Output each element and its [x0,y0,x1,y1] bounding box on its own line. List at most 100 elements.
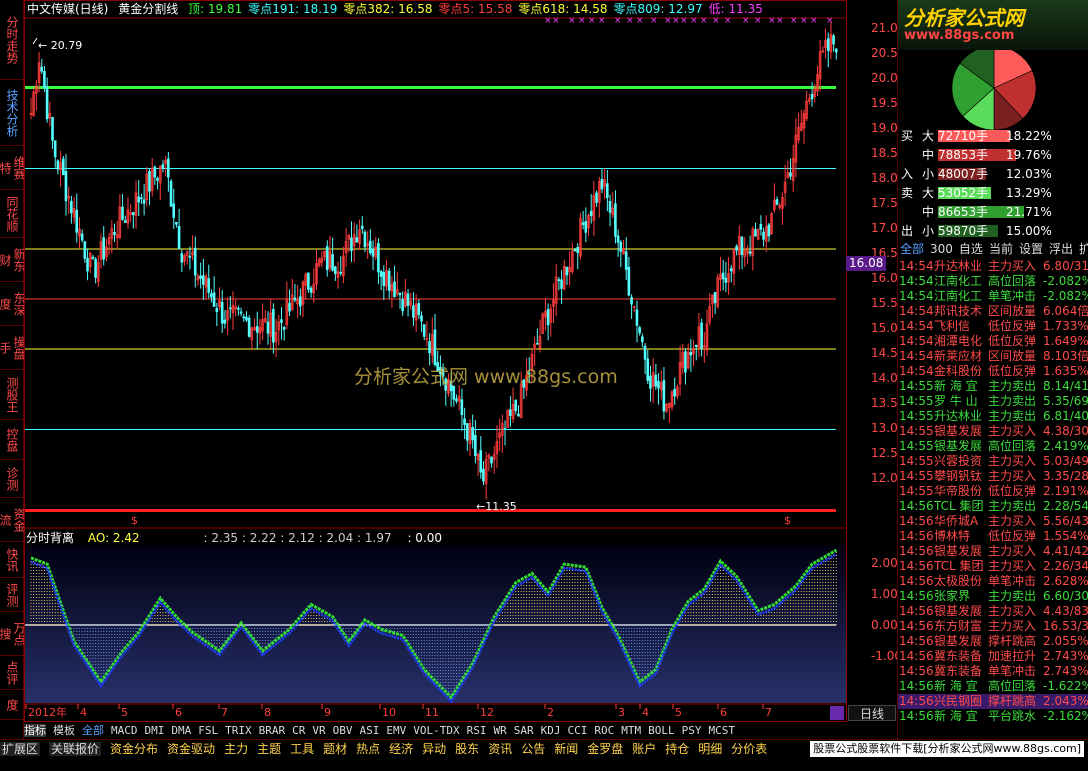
tick-tab-2[interactable]: 自选 [959,242,983,256]
indicator-tab-dmi[interactable]: DMI [145,724,165,737]
indicator-tab-全部[interactable]: 全部 [82,724,104,737]
tick-row[interactable]: 14:54江南化工高位回落 -2.082% [898,274,1088,289]
tick-row[interactable]: 14:54 新莱应材 区间放量 8.103倍 [898,349,1088,364]
tick-row[interactable]: 14:56 银基发展 主力买入 4.41/42 [898,544,1088,559]
tick-tab-1[interactable]: 300 [930,242,953,256]
tick-row[interactable]: 14:55 升达林业 主力卖出 6.81/40 [898,409,1088,424]
indicator-tab-wr[interactable]: WR [493,724,506,737]
bottom-item-19[interactable]: 分价表 [731,742,767,756]
sidebar-item-2[interactable]: 维赛特 [0,146,26,190]
indicator-tab-vr[interactable]: VR [312,724,325,737]
tick-row[interactable]: 14:54江南化工单笔冲击 -2.082% [898,289,1088,304]
bottom-item-13[interactable]: 公告 [521,742,545,756]
tick-row[interactable]: 14:55 银基发展 主力买入 4.38/30 [898,424,1088,439]
sidebar-item-0[interactable]: 分时走势 [0,0,24,80]
tick-row[interactable]: 14:54 飞利信 低位反弹 1.733% [898,319,1088,334]
tick-row[interactable]: 14:54 金科股份 低位反弹 1.635% [898,364,1088,379]
indicator-tab-vol-tdx[interactable]: VOL-TDX [413,724,459,737]
tick-row[interactable]: 14:55 攀钢钒钛 主力买入 3.35/28 [898,469,1088,484]
indicator-tab-mtm[interactable]: MTM [621,724,641,737]
sidebar-item-3[interactable]: 同花顺 [0,190,24,238]
sub-indicator-title[interactable]: 分时背离 [26,531,74,545]
tick-row[interactable]: 14:56 银基发展 撑杆跳高 2.055% [898,634,1088,649]
tick-tab-0[interactable]: 全部 [900,242,924,256]
bottom-item-4[interactable]: 主力 [224,742,248,756]
tick-row[interactable]: 14:54 邦讯技术 区间放量 6.064倍 [898,304,1088,319]
indicator-tab-指标[interactable]: 指标 [24,724,46,737]
bottom-item-11[interactable]: 股东 [455,742,479,756]
indicator-tab-fsl[interactable]: FSL [198,724,218,737]
sidebar-item-8[interactable]: 控盘 [0,420,24,460]
tick-tab-6[interactable]: 扩大 [1079,242,1088,256]
tick-row[interactable]: 14:56新 海 宜平台跳水 -2.162% [898,709,1088,724]
bottom-item-10[interactable]: 异动 [422,742,446,756]
bottom-item-1[interactable]: 关联报价 [49,742,102,756]
tick-tab-5[interactable]: 浮出 [1049,242,1073,256]
bottom-item-15[interactable]: 金罗盘 [587,742,623,756]
tick-row[interactable]: 14:55 新 海 宜主力卖出 8.14/41 [898,379,1088,394]
bottom-item-3[interactable]: 资金驱动 [167,742,215,756]
bottom-item-18[interactable]: 明细 [698,742,722,756]
period-button[interactable]: 日线 [848,705,896,721]
indicator-tab-roc[interactable]: ROC [594,724,614,737]
indicator-tab-macd[interactable]: MACD [111,724,138,737]
sidebar-item-6[interactable]: 操盘手 [0,326,26,370]
indicator-tab-asi[interactable]: ASI [360,724,380,737]
tick-row[interactable]: 14:56 TCL 集团 主力卖出 2.28/54 [898,499,1088,514]
sidebar-item-7[interactable]: 测股王 [0,370,24,420]
sidebar-item-9[interactable]: 诊测 [0,460,24,498]
bottom-item-12[interactable]: 资讯 [488,742,512,756]
sidebar-item-5[interactable]: 东深度 [0,282,26,326]
sidebar-item-10[interactable]: 资金流 [0,498,26,542]
tick-row[interactable]: 14:55 华帝股份 低位反弹 2.191% [898,484,1088,499]
tick-row[interactable]: 14:54 升达林业 主力买入 6.80/31 [898,259,1088,274]
tick-row[interactable]: 14:55 兴蓉投资 主力买入 5.03/49 [898,454,1088,469]
tick-row[interactable]: 14:56 兴民钢圈 撑杆跳高 2.043% [898,694,1088,709]
bottom-item-16[interactable]: 账户 [632,742,656,756]
sidebar-item-14[interactable]: 点评 [0,656,24,690]
sidebar-item-13[interactable]: 万点搜 [0,612,26,656]
sidebar-item-4[interactable]: 新东财 [0,238,26,282]
indicator-tab-rsi[interactable]: RSI [467,724,487,737]
indicator-tab-trix[interactable]: TRIX [225,724,252,737]
bottom-item-5[interactable]: 主题 [257,742,281,756]
tick-row[interactable]: 14:56 TCL 集团 主力买入 2.26/34 [898,559,1088,574]
indicator-tab-obv[interactable]: OBV [333,724,353,737]
bottom-item-0[interactable]: 扩展区 [0,742,41,756]
indicator-tab-emv[interactable]: EMV [386,724,406,737]
bottom-item-6[interactable]: 工具 [290,742,314,756]
tick-tab-4[interactable]: 设置 [1019,242,1043,256]
indicator-tab-dma[interactable]: DMA [171,724,191,737]
indicator-tab-模板[interactable]: 模板 [53,724,75,737]
indicator-tab-brar[interactable]: BRAR [259,724,286,737]
kline-chart[interactable]: × × × × × × × × × × × × × × × × × × × × × × × × ×← 20.79←11.35分析… [24,0,848,722]
sidebar-item-11[interactable]: 快讯 [0,542,24,578]
tick-list[interactable]: 14:54升达林业主力买入6.80/3114:54江南化工高位回落-2.082%… [898,259,1088,729]
tick-row[interactable]: 14:56 华侨城A 主力买入 5.56/43 [898,514,1088,529]
sidebar-item-1[interactable]: 技术分析 [0,80,24,146]
tick-row[interactable]: 14:56 冀东装备 单笔冲击 2.743% [898,664,1088,679]
ad-text[interactable]: 股票公式股票软件下载[分析家公式网www.88gs.com] [810,741,1084,757]
tick-row[interactable]: 14:56新 海 宜高位回落 -1.622% [898,679,1088,694]
indicator-tab-sar[interactable]: SAR [514,724,534,737]
bottom-item-14[interactable]: 新闻 [554,742,578,756]
tick-row[interactable]: 14:55 罗 牛 山主力卖出 5.35/69 [898,394,1088,409]
tick-row[interactable]: 14:56 冀东装备 加速拉升 2.743% [898,649,1088,664]
indicator-tab-psy[interactable]: PSY [682,724,702,737]
tick-row[interactable]: 14:56 太极股份 单笔冲击 2.628% [898,574,1088,589]
indicator-tab-cr[interactable]: CR [292,724,305,737]
tick-row[interactable]: 14:56 博林特 低位反弹 1.554% [898,529,1088,544]
tick-tab-3[interactable]: 当前 [989,242,1013,256]
tick-row[interactable]: 14:56 张家界 主力卖出 6.60/30 [898,589,1088,604]
bottom-item-17[interactable]: 持仓 [665,742,689,756]
indicator-tab-mcst[interactable]: MCST [708,724,735,737]
bottom-item-8[interactable]: 热点 [356,742,380,756]
tick-row[interactable]: 14:56 银基发展 主力买入 4.43/83 [898,604,1088,619]
indicator-tab-cci[interactable]: CCI [567,724,587,737]
indicator-tab-boll[interactable]: BOLL [648,724,675,737]
tick-row[interactable]: 14:55 银基发展 高位回落 2.419% [898,439,1088,454]
tick-row[interactable]: 14:54 湘潭电化 低位反弹 1.649% [898,334,1088,349]
sidebar-item-15[interactable]: 度 [0,690,24,720]
tick-row[interactable]: 14:56 东方财富 主力买入 16.53/3 [898,619,1088,634]
indicator-tab-kdj[interactable]: KDJ [541,724,561,737]
